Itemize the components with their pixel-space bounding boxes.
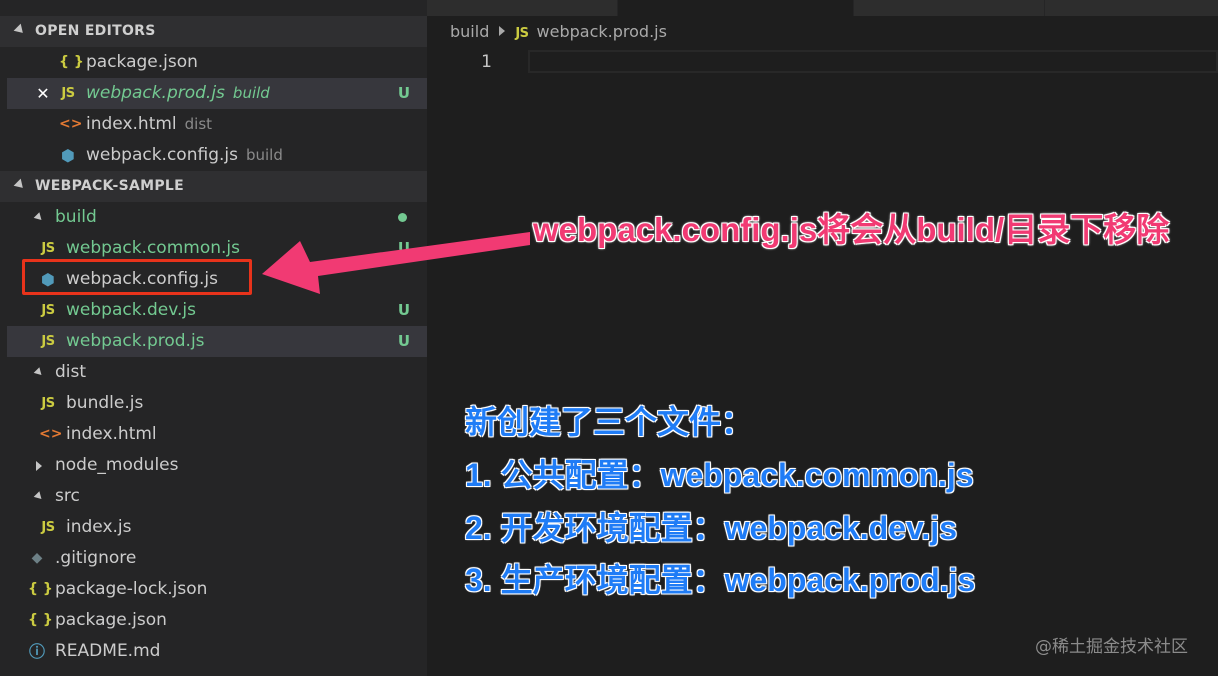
html-icon: <> <box>39 426 63 442</box>
open-editor-label: package.json <box>86 52 198 72</box>
open-editor-webpack-prod[interactable]: ✕ JS webpack.prod.js build U <box>7 78 427 109</box>
editor-tab-active[interactable] <box>618 0 854 16</box>
file-label: webpack.prod.js <box>66 331 205 351</box>
chevron-down-icon <box>33 367 45 378</box>
open-editor-index-html[interactable]: <> index.html dist <box>7 109 427 140</box>
watermark: @稀土掘金技术社区 <box>1035 637 1188 657</box>
tree-file-gitignore[interactable]: ◆ .gitignore <box>7 543 427 574</box>
open-editors-header[interactable]: OPEN EDITORS <box>0 16 427 47</box>
project-header[interactable]: WEBPACK-SAMPLE <box>0 171 427 202</box>
editor-tab[interactable] <box>1045 0 1218 16</box>
editor-tab[interactable] <box>854 0 1045 16</box>
untracked-badge: U <box>397 301 410 319</box>
tree-folder-dist[interactable]: dist <box>7 357 427 388</box>
braces-icon: { } <box>28 612 53 628</box>
file-label: README.md <box>55 641 161 661</box>
js-icon: JS <box>41 303 55 318</box>
annotation-summary-line: 2. 开发环境配置：webpack.dev.js <box>465 510 957 546</box>
folder-label: build <box>55 207 97 227</box>
breadcrumb-file[interactable]: webpack.prod.js <box>537 22 667 41</box>
file-label: index.html <box>66 424 157 444</box>
annotation-move-note: webpack.config.js将会从build/目录下移除 <box>533 211 1170 248</box>
tree-file-index-html[interactable]: <> index.html <box>7 419 427 450</box>
folder-label: dist <box>55 362 87 382</box>
file-label: bundle.js <box>66 393 144 413</box>
untracked-badge: U <box>397 84 410 102</box>
open-editor-label: index.html dist <box>86 114 213 134</box>
braces-icon: { } <box>28 581 53 597</box>
tree-folder-build[interactable]: build <box>7 202 427 233</box>
folder-label: src <box>55 486 80 506</box>
tree-file-webpack-prod[interactable]: JS webpack.prod.js U <box>7 326 427 357</box>
file-label: .gitignore <box>55 548 137 568</box>
tree-file-readme[interactable]: ⓘ README.md <box>7 636 427 667</box>
tree-file-package-json[interactable]: { } package.json <box>7 605 427 636</box>
modified-dot-icon <box>398 213 407 222</box>
chevron-right-icon <box>499 26 506 36</box>
chevron-down-icon <box>13 23 27 37</box>
tree-file-package-lock[interactable]: { } package-lock.json <box>7 574 427 605</box>
js-icon: JS <box>41 396 55 411</box>
info-icon: ⓘ <box>28 642 45 661</box>
tree-file-webpack-dev[interactable]: JS webpack.dev.js U <box>7 295 427 326</box>
js-icon: JS <box>515 26 529 41</box>
explorer-sidebar: OPEN EDITORS { } package.json ✕ JS webpa… <box>0 0 427 676</box>
untracked-badge: U <box>397 332 410 350</box>
editor-tab-bar <box>427 0 1218 16</box>
line-number: 1 <box>481 52 492 72</box>
chevron-right-icon <box>36 461 42 471</box>
file-label: package-lock.json <box>55 579 208 599</box>
breadcrumb-folder[interactable]: build <box>450 22 489 41</box>
editor-tab[interactable] <box>427 0 618 16</box>
chevron-down-icon <box>33 212 45 223</box>
open-editor-label: webpack.prod.js build <box>86 83 270 103</box>
annotation-summary-line: 新创建了三个文件： <box>465 404 754 440</box>
open-editor-webpack-config[interactable]: ⬢ webpack.config.js build <box>7 140 427 171</box>
file-label: webpack.dev.js <box>66 300 196 320</box>
highlight-box <box>22 259 252 295</box>
annotation-summary-line: 3. 生产环境配置：webpack.prod.js <box>465 562 976 598</box>
file-label: package.json <box>55 610 167 630</box>
tree-file-index-js[interactable]: JS index.js <box>7 512 427 543</box>
chevron-down-icon <box>13 178 27 192</box>
open-editor-label: webpack.config.js build <box>86 145 283 165</box>
chevron-down-icon <box>33 491 45 502</box>
html-icon: <> <box>59 116 83 132</box>
breadcrumb: build JS webpack.prod.js <box>450 20 667 44</box>
file-label: index.js <box>66 517 132 537</box>
untracked-badge: U <box>397 239 410 257</box>
git-icon: ◆ <box>31 550 43 566</box>
open-editor-package-json[interactable]: { } package.json <box>7 47 427 78</box>
braces-icon: { } <box>59 54 84 70</box>
js-icon: JS <box>41 520 55 535</box>
js-icon: JS <box>61 86 75 101</box>
folder-label: node_modules <box>55 455 179 475</box>
tree-folder-src[interactable]: src <box>7 481 427 512</box>
close-icon[interactable]: ✕ <box>34 78 52 109</box>
webpack-cube-icon: ⬢ <box>61 146 75 165</box>
tree-file-bundle-js[interactable]: JS bundle.js <box>7 388 427 419</box>
annotation-summary-line: 1. 公共配置：webpack.common.js <box>465 457 974 493</box>
tree-folder-node-modules[interactable]: node_modules <box>7 450 427 481</box>
js-icon: JS <box>41 334 55 349</box>
current-line-highlight[interactable] <box>528 50 1218 73</box>
